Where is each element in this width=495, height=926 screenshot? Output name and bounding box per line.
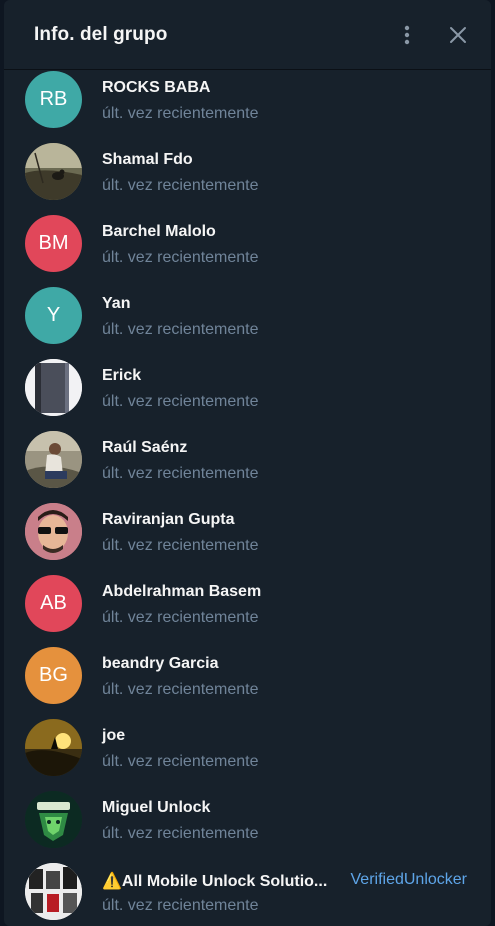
member-status: últ. vez recientemente xyxy=(102,609,259,626)
more-vertical-icon xyxy=(404,25,410,45)
member-row[interactable]: ⚠️All Mobile Unlock Solutio... últ. vez … xyxy=(4,862,491,926)
member-status: últ. vez recientemente xyxy=(102,249,259,266)
member-name: Yan xyxy=(102,295,131,312)
member-status: últ. vez recientemente xyxy=(102,825,259,842)
avatar-initials: Y xyxy=(46,304,61,326)
hydra-logo-icon xyxy=(25,791,82,848)
avatar: RB xyxy=(25,71,82,128)
member-name: ROCKS BABA xyxy=(102,79,211,96)
panel-header: Info. del grupo xyxy=(4,0,491,70)
avatar: BG xyxy=(25,647,82,704)
member-status: últ. vez recientemente xyxy=(102,465,259,482)
member-row[interactable]: Shamal Fdo últ. vez recientemente xyxy=(4,142,491,214)
member-name: ⚠️All Mobile Unlock Solutio... xyxy=(102,873,328,890)
member-name: Abdelrahman Basem xyxy=(102,583,262,600)
member-row[interactable]: Y Yan últ. vez recientemente xyxy=(4,286,491,358)
member-role-badge: VerifiedUnlocker xyxy=(350,871,468,888)
member-row[interactable]: joe últ. vez recientemente xyxy=(4,718,491,790)
member-status: últ. vez recientemente xyxy=(102,897,259,914)
member-name: Barchel Malolo xyxy=(102,223,216,240)
more-menu-button[interactable] xyxy=(390,18,424,52)
avatar xyxy=(25,143,82,200)
member-status: últ. vez recientemente xyxy=(102,393,259,410)
sunset-photo-icon xyxy=(25,719,82,776)
member-row[interactable]: BM Barchel Malolo últ. vez recientemente xyxy=(4,214,491,286)
page-title: Info. del grupo xyxy=(34,23,168,45)
avatar xyxy=(25,863,82,920)
person-photo-icon xyxy=(25,431,82,488)
group-info-panel: Info. del grupo RB ROCKS BABA últ. vez r… xyxy=(4,0,491,926)
close-icon xyxy=(450,27,466,43)
member-row[interactable]: Erick últ. vez recientemente xyxy=(4,358,491,430)
close-button[interactable] xyxy=(441,18,475,52)
person-photo-icon xyxy=(25,503,82,560)
member-row[interactable]: Miguel Unlock últ. vez recientemente xyxy=(4,790,491,862)
avatar-initials: BM xyxy=(38,232,69,254)
phone-photo-icon xyxy=(25,359,82,416)
member-status: últ. vez recientemente xyxy=(102,753,259,770)
phones-collage-icon xyxy=(25,863,82,920)
member-name: Raviranjan Gupta xyxy=(102,511,235,528)
member-row[interactable]: BG beandry Garcia últ. vez recientemente xyxy=(4,646,491,718)
member-row[interactable]: RB ROCKS BABA últ. vez recientemente xyxy=(4,70,491,142)
member-name: Raúl Saénz xyxy=(102,439,188,456)
avatar: BM xyxy=(25,215,82,272)
member-name: joe xyxy=(102,727,126,744)
member-status: últ. vez recientemente xyxy=(102,321,259,338)
member-name: Miguel Unlock xyxy=(102,799,211,816)
member-row[interactable]: Raviranjan Gupta últ. vez recientemente xyxy=(4,502,491,574)
avatar-initials: BG xyxy=(39,664,68,686)
member-name: beandry Garcia xyxy=(102,655,219,672)
member-name: Shamal Fdo xyxy=(102,151,193,168)
avatar: AB xyxy=(25,575,82,632)
avatar xyxy=(25,503,82,560)
member-row[interactable]: AB Abdelrahman Basem últ. vez recienteme… xyxy=(4,574,491,646)
member-name: Erick xyxy=(102,367,142,384)
avatar-initials: AB xyxy=(40,592,67,614)
member-status: últ. vez recientemente xyxy=(102,537,259,554)
member-status: últ. vez recientemente xyxy=(102,177,259,194)
avatar xyxy=(25,431,82,488)
avatar xyxy=(25,359,82,416)
avatar xyxy=(25,719,82,776)
bird-photo-icon xyxy=(25,143,82,200)
avatar-initials: RB xyxy=(39,88,68,110)
member-status: últ. vez recientemente xyxy=(102,681,259,698)
member-status: últ. vez recientemente xyxy=(102,105,259,122)
avatar: Y xyxy=(25,287,82,344)
member-row[interactable]: Raúl Saénz últ. vez recientemente xyxy=(4,430,491,502)
avatar xyxy=(25,791,82,848)
